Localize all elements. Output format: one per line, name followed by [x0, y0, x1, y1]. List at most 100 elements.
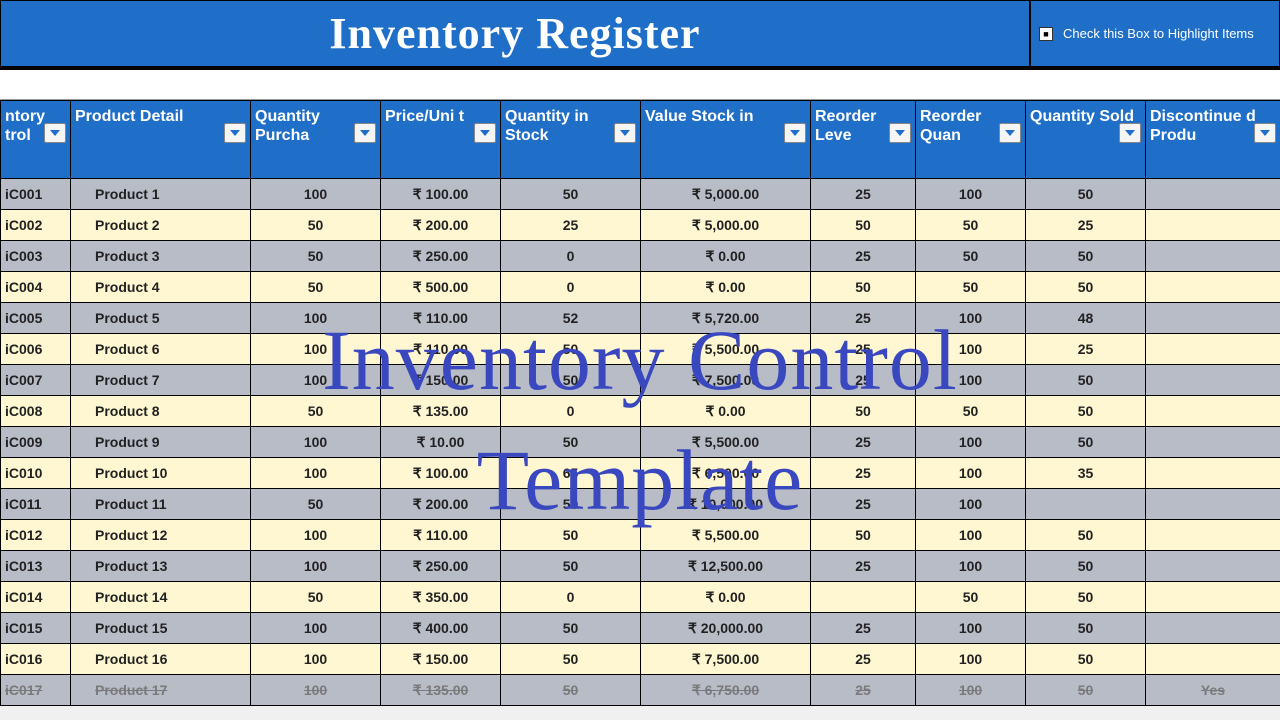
- cell[interactable]: 100: [916, 179, 1026, 210]
- cell[interactable]: ₹ 100.00: [381, 179, 501, 210]
- table-row[interactable]: iC007Product 7100₹ 150.0050₹ 7,500.00251…: [1, 365, 1280, 396]
- cell[interactable]: 50: [501, 179, 641, 210]
- cell[interactable]: iC003: [1, 241, 71, 272]
- cell[interactable]: [1146, 241, 1280, 272]
- cell[interactable]: 50: [811, 210, 916, 241]
- cell[interactable]: ₹ 500.00: [381, 272, 501, 303]
- cell[interactable]: 65: [501, 458, 641, 489]
- cell[interactable]: 0: [501, 582, 641, 613]
- table-row[interactable]: iC013Product 13100₹ 250.0050₹ 12,500.002…: [1, 551, 1280, 582]
- cell[interactable]: ₹ 135.00: [381, 396, 501, 427]
- cell[interactable]: 50: [501, 334, 641, 365]
- cell[interactable]: 50: [916, 582, 1026, 613]
- cell[interactable]: 48: [1026, 303, 1146, 334]
- cell[interactable]: 100: [916, 644, 1026, 675]
- cell[interactable]: 100: [916, 365, 1026, 396]
- column-header[interactable]: Reorder Leve: [811, 101, 916, 179]
- cell[interactable]: iC002: [1, 210, 71, 241]
- column-header[interactable]: Quantity Sold: [1026, 101, 1146, 179]
- table-row[interactable]: iC006Product 6100₹ 110.0050₹ 5,500.00251…: [1, 334, 1280, 365]
- cell[interactable]: Product 13: [71, 551, 251, 582]
- cell[interactable]: ₹ 6,500.00: [641, 458, 811, 489]
- cell[interactable]: 0: [501, 396, 641, 427]
- cell[interactable]: 50: [916, 396, 1026, 427]
- cell[interactable]: Product 10: [71, 458, 251, 489]
- column-header[interactable]: Reorder Quan: [916, 101, 1026, 179]
- cell[interactable]: [1146, 427, 1280, 458]
- cell[interactable]: 0: [501, 241, 641, 272]
- cell[interactable]: 25: [811, 241, 916, 272]
- cell[interactable]: 50: [1026, 427, 1146, 458]
- table-row[interactable]: iC003Product 350₹ 250.000₹ 0.00255050: [1, 241, 1280, 272]
- cell[interactable]: Product 11: [71, 489, 251, 520]
- table-row[interactable]: iC014Product 1450₹ 350.000₹ 0.005050: [1, 582, 1280, 613]
- cell[interactable]: [1146, 458, 1280, 489]
- cell[interactable]: 50: [1026, 644, 1146, 675]
- cell[interactable]: Product 12: [71, 520, 251, 551]
- cell[interactable]: 50: [916, 210, 1026, 241]
- cell[interactable]: Product 3: [71, 241, 251, 272]
- filter-dropdown-icon[interactable]: [889, 123, 911, 143]
- cell[interactable]: iC015: [1, 613, 71, 644]
- cell[interactable]: 50: [1026, 179, 1146, 210]
- cell[interactable]: 100: [916, 489, 1026, 520]
- cell[interactable]: 100: [251, 303, 381, 334]
- cell[interactable]: 50: [1026, 396, 1146, 427]
- column-header[interactable]: Quantity in Stock: [501, 101, 641, 179]
- cell[interactable]: ₹ 0.00: [641, 241, 811, 272]
- cell[interactable]: ₹ 110.00: [381, 520, 501, 551]
- cell[interactable]: iC012: [1, 520, 71, 551]
- table-row[interactable]: iC016Product 16100₹ 150.0050₹ 7,500.0025…: [1, 644, 1280, 675]
- cell[interactable]: 100: [251, 458, 381, 489]
- filter-dropdown-icon[interactable]: [999, 123, 1021, 143]
- cell[interactable]: 25: [811, 675, 916, 706]
- cell[interactable]: Product 2: [71, 210, 251, 241]
- cell[interactable]: 50: [251, 241, 381, 272]
- cell[interactable]: 100: [251, 644, 381, 675]
- cell[interactable]: 50: [501, 613, 641, 644]
- cell[interactable]: Product 1: [71, 179, 251, 210]
- cell[interactable]: 100: [251, 334, 381, 365]
- cell[interactable]: Product 4: [71, 272, 251, 303]
- cell[interactable]: 100: [251, 613, 381, 644]
- cell[interactable]: 25: [811, 303, 916, 334]
- cell[interactable]: 50: [1026, 551, 1146, 582]
- cell[interactable]: 50: [1026, 520, 1146, 551]
- cell[interactable]: ₹ 7,500.00: [641, 365, 811, 396]
- cell[interactable]: 100: [916, 303, 1026, 334]
- cell[interactable]: ₹ 5,000.00: [641, 210, 811, 241]
- cell[interactable]: iC007: [1, 365, 71, 396]
- cell[interactable]: 50: [501, 644, 641, 675]
- cell[interactable]: 100: [916, 458, 1026, 489]
- cell[interactable]: [1146, 396, 1280, 427]
- cell[interactable]: ₹ 5,000.00: [641, 179, 811, 210]
- cell[interactable]: ₹ 250.00: [381, 551, 501, 582]
- cell[interactable]: ₹ 110.00: [381, 303, 501, 334]
- cell[interactable]: [1146, 520, 1280, 551]
- cell[interactable]: 100: [251, 551, 381, 582]
- cell[interactable]: Product 16: [71, 644, 251, 675]
- cell[interactable]: [1146, 179, 1280, 210]
- cell[interactable]: ₹ 6,750.00: [641, 675, 811, 706]
- cell[interactable]: [1146, 334, 1280, 365]
- filter-dropdown-icon[interactable]: [224, 123, 246, 143]
- cell[interactable]: 50: [811, 272, 916, 303]
- cell[interactable]: 0: [501, 272, 641, 303]
- cell[interactable]: 50: [1026, 365, 1146, 396]
- cell[interactable]: [1146, 303, 1280, 334]
- table-row[interactable]: iC008Product 850₹ 135.000₹ 0.00505050: [1, 396, 1280, 427]
- cell[interactable]: 50: [251, 272, 381, 303]
- cell[interactable]: 100: [251, 427, 381, 458]
- cell[interactable]: 25: [501, 210, 641, 241]
- cell[interactable]: iC005: [1, 303, 71, 334]
- cell[interactable]: 50: [501, 551, 641, 582]
- column-header[interactable]: Product Detail: [71, 101, 251, 179]
- table-row[interactable]: iC005Product 5100₹ 110.0052₹ 5,720.00251…: [1, 303, 1280, 334]
- cell[interactable]: ₹ 5,500.00: [641, 427, 811, 458]
- cell[interactable]: Product 15: [71, 613, 251, 644]
- cell[interactable]: ₹ 0.00: [641, 582, 811, 613]
- cell[interactable]: 100: [251, 520, 381, 551]
- cell[interactable]: [1146, 613, 1280, 644]
- filter-dropdown-icon[interactable]: [474, 123, 496, 143]
- cell[interactable]: 50: [916, 272, 1026, 303]
